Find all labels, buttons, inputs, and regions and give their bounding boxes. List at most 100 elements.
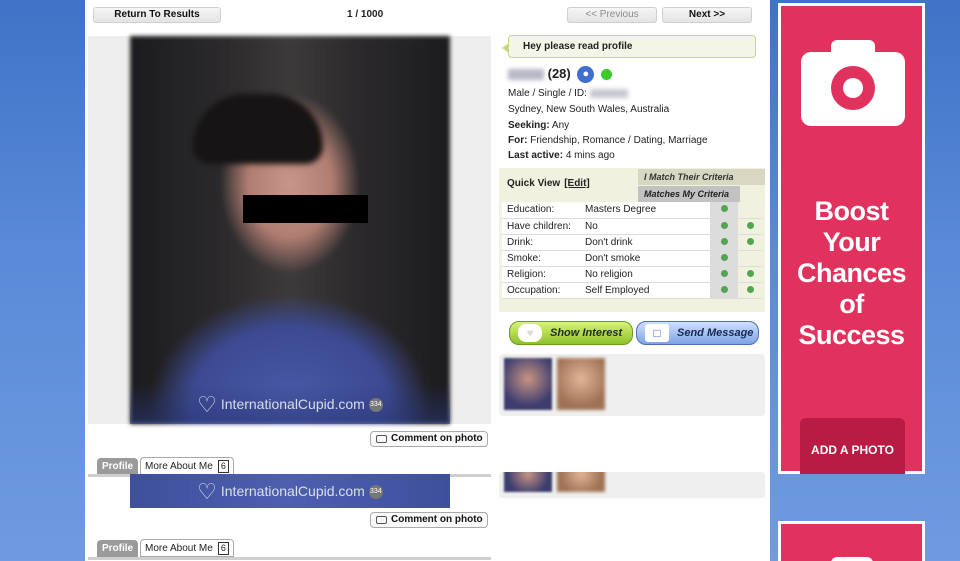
send-message-button[interactable]: □ Send Message xyxy=(636,321,759,345)
tab-more-label: More About Me xyxy=(145,543,213,554)
watermark-text: InternationalCupid.com xyxy=(220,396,365,412)
comment-icon xyxy=(376,435,387,443)
quick-view-row: Occupation: Self Employed xyxy=(502,282,762,299)
comment-on-photo-button[interactable]: Comment on photo xyxy=(370,512,488,528)
last-active-row: Last active: 4 mins ago xyxy=(508,150,615,161)
quick-view-panel: Quick View [Edit] I Match Their Criteria … xyxy=(499,168,765,312)
id-redacted xyxy=(589,88,628,98)
criteria-value: Masters Degree xyxy=(580,202,710,219)
comment-label: Comment on photo xyxy=(391,514,483,525)
criteria-label: Religion: xyxy=(502,266,580,283)
return-to-results-button[interactable]: Return To Results xyxy=(93,7,221,23)
next-button[interactable]: Next >> xyxy=(662,7,752,23)
tab-profile[interactable]: Profile xyxy=(97,540,139,558)
message-icon: □ xyxy=(645,324,669,342)
photo-thumbnail[interactable] xyxy=(557,358,605,410)
add-photo-ad-repeat[interactable] xyxy=(778,521,925,561)
tab-more-count: 6 xyxy=(217,542,229,555)
match-dot-icon xyxy=(720,205,728,213)
quick-view-edit-link[interactable]: [Edit] xyxy=(564,178,590,189)
criteria-value: No religion xyxy=(580,266,710,283)
match-dot-icon xyxy=(720,285,728,293)
quick-view-row: Religion: No religion xyxy=(502,266,762,283)
quick-view-row: Smoke: Don't smoke xyxy=(502,250,762,267)
profile-photo[interactable] xyxy=(130,36,450,424)
quick-view-title: Quick View xyxy=(507,178,561,189)
heart-icon: ♥ xyxy=(518,324,542,342)
match-dot-icon xyxy=(720,237,728,245)
ad-headline-line: Boost xyxy=(814,196,890,226)
match-dot-icon xyxy=(720,269,728,277)
add-a-photo-button[interactable]: ADD A PHOTO xyxy=(800,418,905,474)
quick-view-row: Have children: No xyxy=(502,218,762,235)
seeking-label: Seeking: xyxy=(508,120,550,131)
name-redacted xyxy=(508,69,544,81)
criteria-label: Drink: xyxy=(502,234,580,251)
quick-view-row: Education: Masters Degree xyxy=(502,202,762,219)
main-photo-frame: ♡ InternationalCupid.com 334 xyxy=(88,36,491,424)
photo-thumbnail[interactable] xyxy=(557,472,605,492)
camera-icon xyxy=(831,557,873,561)
photo-watermark: ♡ InternationalCupid.com 334 xyxy=(130,384,450,424)
tab-more-label: More About Me xyxy=(145,461,213,472)
criteria-value: Don't smoke xyxy=(580,250,710,267)
i-match-their-criteria-cell xyxy=(738,250,762,267)
quick-view-header: Quick View [Edit] xyxy=(507,178,590,189)
privacy-bar xyxy=(243,195,368,223)
last-active-label: Last active: xyxy=(508,150,564,161)
photo-count-badge: 334 xyxy=(368,398,383,413)
matches-my-criteria-cell xyxy=(710,202,738,219)
tab-more-about-me[interactable]: More About Me 6 xyxy=(140,457,234,475)
online-status-icon xyxy=(601,69,612,81)
ad-headline: Boost Your Chances of Success xyxy=(781,196,922,351)
legend-matches-my-criteria: Matches My Criteria xyxy=(638,186,740,202)
profile-headline: Hey please read profile xyxy=(502,35,756,58)
match-dot-icon xyxy=(720,221,728,229)
add-photo-ad[interactable]: Boost Your Chances of Success ADD A PHOT… xyxy=(778,3,925,474)
heart-logo-icon: ♡ xyxy=(197,479,217,505)
photo-thumbnail[interactable] xyxy=(504,472,552,492)
ad-headline-line: Chances xyxy=(796,258,907,288)
camera-icon xyxy=(801,40,905,126)
i-match-their-criteria-cell xyxy=(738,218,762,235)
result-counter: 1 / 1000 xyxy=(347,9,384,20)
ad-headline-line: of xyxy=(839,289,864,319)
profile-location: Sydney, New South Wales, Australia xyxy=(508,104,670,115)
i-match-their-criteria-cell xyxy=(738,234,762,251)
comment-icon xyxy=(376,516,387,524)
comment-label: Comment on photo xyxy=(391,433,483,444)
match-dot-icon xyxy=(746,221,754,229)
profile-age: (28) xyxy=(547,66,571,81)
legend-i-match-their-criteria: I Match Their Criteria xyxy=(638,169,765,185)
show-interest-label: Show Interest xyxy=(550,327,623,339)
for-value: Friendship, Romance / Dating, Marriage xyxy=(530,135,708,146)
last-active-value: 4 mins ago xyxy=(565,150,615,161)
tab-more-about-me[interactable]: More About Me 6 xyxy=(140,539,234,557)
photo-count-badge: 334 xyxy=(368,485,383,500)
show-interest-button[interactable]: ♥ Show Interest xyxy=(509,321,633,345)
watermark-text: InternationalCupid.com xyxy=(220,483,365,499)
for-label: For: xyxy=(508,135,528,146)
previous-button[interactable]: << Previous xyxy=(567,7,657,23)
photo-thumbnails xyxy=(499,354,765,416)
heart-logo-icon: ♡ xyxy=(197,392,217,418)
match-dot-icon xyxy=(746,237,754,245)
comment-on-photo-button[interactable]: Comment on photo xyxy=(370,431,488,447)
criteria-value: Don't drink xyxy=(580,234,710,251)
criteria-value: Self Employed xyxy=(580,282,710,299)
criteria-label: Smoke: xyxy=(502,250,580,267)
gender-status-row: Male / Single / ID: xyxy=(508,88,628,99)
profile-name-row: (28) ● xyxy=(508,66,612,84)
matches-my-criteria-cell xyxy=(710,250,738,267)
user-icon[interactable]: ● xyxy=(577,66,595,84)
gender-status: Male / Single / ID: xyxy=(508,88,587,99)
photo-thumbnail[interactable] xyxy=(504,358,552,410)
seeking-row: Seeking: Any xyxy=(508,120,569,131)
i-match-their-criteria-cell xyxy=(738,266,762,283)
criteria-value: No xyxy=(580,218,710,235)
tab-divider xyxy=(88,557,491,560)
criteria-label: Occupation: xyxy=(502,282,580,299)
match-dot-icon xyxy=(746,285,754,293)
seeking-value: Any xyxy=(551,120,570,131)
quick-view-table: Education: Masters Degree Have children: No… xyxy=(502,202,762,299)
